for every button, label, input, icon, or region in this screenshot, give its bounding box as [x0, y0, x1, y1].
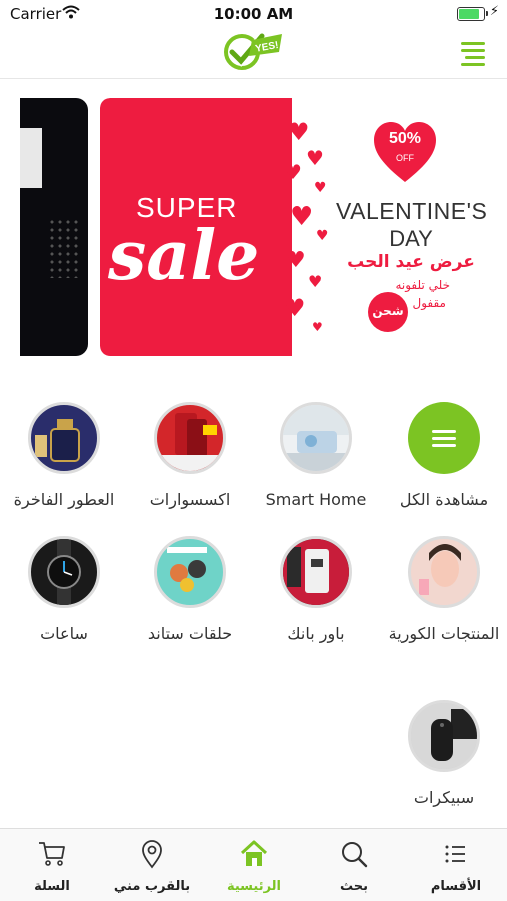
home-icon	[240, 840, 268, 866]
carousel-pager[interactable]	[326, 330, 378, 345]
location-pin-icon	[142, 840, 162, 869]
korean-products-image	[408, 536, 480, 608]
battery-icon	[457, 7, 488, 21]
category-label: مشاهدة الكل	[399, 490, 489, 509]
category-label: باور بانك	[287, 624, 345, 643]
category-watches[interactable]: ساعات	[2, 536, 126, 650]
watch-image	[28, 536, 100, 608]
category-label: المنتجات الكورية	[388, 624, 500, 643]
category-label: Smart Home	[265, 490, 367, 509]
valentine-sale-slide[interactable]: SUPER sale ♥ ♥ ♥ ♥ ♥ ♥ ♥ ♥ ♥ ♥ 50% OFF V…	[100, 98, 507, 356]
category-label: سبيكرات	[413, 788, 475, 807]
tab-categories[interactable]: الأقسام	[406, 839, 506, 894]
power-bank-image	[280, 536, 352, 608]
category-label: ساعات	[40, 624, 88, 643]
status-bar: Carrier 10:00 AM ⚡	[0, 0, 507, 28]
cart-icon	[39, 842, 65, 866]
heart-icon: ♥	[290, 202, 314, 232]
pager-dot[interactable]	[326, 336, 335, 345]
battery-level	[459, 9, 479, 19]
tab-nearby[interactable]: بالقرب مني	[102, 839, 202, 894]
pager-dot[interactable]	[365, 336, 374, 345]
category-speakers[interactable]: سبيكرات	[382, 700, 506, 814]
promo-banner-carousel[interactable]: SUPER sale ♥ ♥ ♥ ♥ ♥ ♥ ♥ ♥ ♥ ♥ 50% OFF V…	[0, 98, 507, 358]
sale-text: sale	[108, 216, 260, 296]
category-accessories[interactable]: اكسسوارات	[128, 402, 252, 516]
list-icon	[445, 845, 465, 863]
ring-stand-image	[154, 536, 226, 608]
sale-panel: SUPER sale	[100, 98, 292, 356]
accessories-image	[154, 402, 226, 474]
charging-icon: ⚡	[489, 4, 499, 19]
heart-icon: ♥	[306, 146, 324, 170]
heart-icon: ♥	[284, 294, 306, 322]
heart-icon: ♥	[288, 118, 310, 146]
app-logo[interactable]: YES!	[222, 30, 284, 72]
perfume-image	[28, 402, 100, 474]
app-header: YES!	[0, 28, 507, 79]
tab-label: الأقسام	[430, 879, 482, 894]
menu-icon	[408, 402, 480, 474]
category-korean-products[interactable]: المنتجات الكورية	[382, 536, 506, 650]
pager-dot[interactable]	[352, 336, 361, 345]
heart-icon: ♥	[286, 248, 306, 273]
heart-icon: ♥	[308, 272, 323, 291]
ship-text: شحن	[372, 304, 404, 318]
offer-arabic: عرض عيد الحب	[347, 252, 475, 272]
tab-cart[interactable]: السلة	[2, 839, 102, 894]
pager-dot[interactable]	[339, 336, 348, 345]
heart-icon: ♥	[316, 228, 329, 244]
bottom-tab-bar: الأقسام بحث الرئيسية بالقرب مني السلة	[0, 828, 507, 901]
category-power-bank[interactable]: باور بانك	[254, 536, 378, 650]
status-time: 10:00 AM	[213, 5, 294, 23]
category-see-all[interactable]: مشاهدة الكل	[382, 402, 506, 516]
tab-label: بحث	[339, 879, 368, 894]
tab-search[interactable]: بحث	[304, 839, 404, 894]
category-smart-home[interactable]: Smart Home	[254, 402, 378, 516]
heart-icon: ♥	[312, 320, 323, 334]
discount-off: OFF	[396, 153, 414, 163]
valentine-title: VALENTINE'S	[336, 198, 488, 224]
tab-home[interactable]: الرئيسية	[204, 839, 304, 894]
tab-label: السلة	[34, 879, 70, 894]
tab-label: الرئيسية	[226, 879, 282, 894]
category-label: حلقات ستاند	[147, 624, 233, 643]
discount-value: 50%	[388, 130, 422, 147]
valentine-day: DAY	[389, 226, 433, 251]
category-perfumes[interactable]: العطور الفاخرة	[2, 402, 126, 516]
tab-label: بالقرب مني	[113, 879, 191, 894]
heart-icon: ♥	[284, 160, 302, 184]
search-icon	[342, 842, 368, 868]
smart-home-image	[280, 402, 352, 474]
category-label: العطور الفاخرة	[13, 490, 115, 509]
speaker-image	[408, 700, 480, 772]
tagline-arabic-1: خلي تلفونه	[395, 278, 450, 292]
category-label: اكسسوارات	[149, 490, 231, 509]
category-ring-stand[interactable]: حلقات ستاند	[128, 536, 252, 650]
heart-icon: ♥	[314, 180, 327, 196]
previous-slide[interactable]	[20, 98, 88, 356]
menu-button[interactable]	[457, 40, 485, 66]
